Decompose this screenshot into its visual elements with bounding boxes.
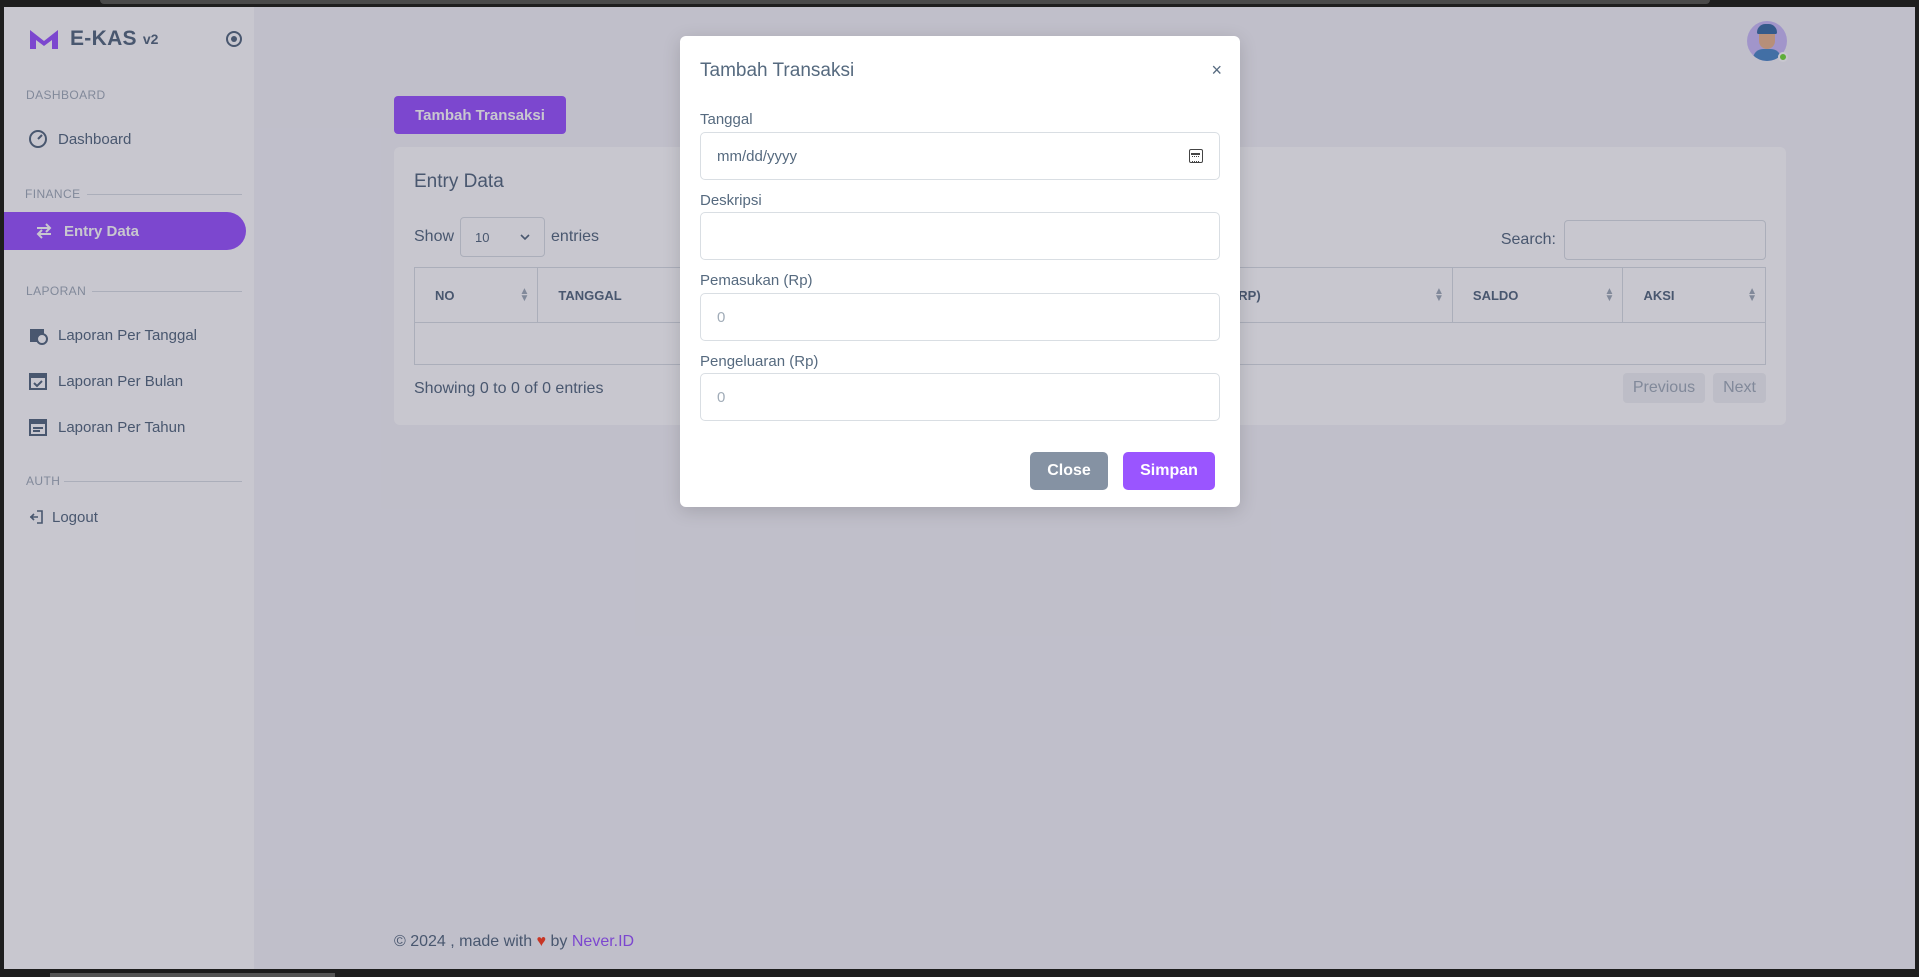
- window-bottom-bar: [0, 969, 1919, 977]
- pengeluaran-placeholder: 0: [717, 388, 726, 406]
- tanggal-label: Tanggal: [700, 111, 753, 128]
- modal-title: Tambah Transaksi: [700, 60, 855, 81]
- window-top-bar: [0, 0, 1919, 7]
- tanggal-date-input[interactable]: mm/dd/yyyy: [700, 132, 1220, 180]
- taskbar-tab: [50, 973, 335, 977]
- window-tab-strip: [100, 0, 1710, 4]
- pemasukan-label: Pemasukan (Rp): [700, 272, 813, 289]
- close-icon[interactable]: ×: [1211, 60, 1222, 80]
- deskripsi-input[interactable]: [700, 212, 1220, 260]
- pemasukan-placeholder: 0: [717, 308, 726, 326]
- add-transaction-modal: Tambah Transaksi × Tanggal mm/dd/yyyy De…: [680, 36, 1240, 507]
- pengeluaran-label: Pengeluaran (Rp): [700, 353, 819, 370]
- deskripsi-label: Deskripsi: [700, 192, 762, 209]
- close-button[interactable]: Close: [1030, 452, 1108, 490]
- date-placeholder: mm/dd/yyyy: [717, 147, 798, 165]
- pemasukan-input[interactable]: 0: [700, 293, 1220, 341]
- calendar-icon[interactable]: [1189, 149, 1203, 163]
- pengeluaran-input[interactable]: 0: [700, 373, 1220, 421]
- save-button[interactable]: Simpan: [1123, 452, 1215, 490]
- app-window: E-KAS v2 DASHBOARD Dashboard FINANCE Ent…: [4, 7, 1915, 969]
